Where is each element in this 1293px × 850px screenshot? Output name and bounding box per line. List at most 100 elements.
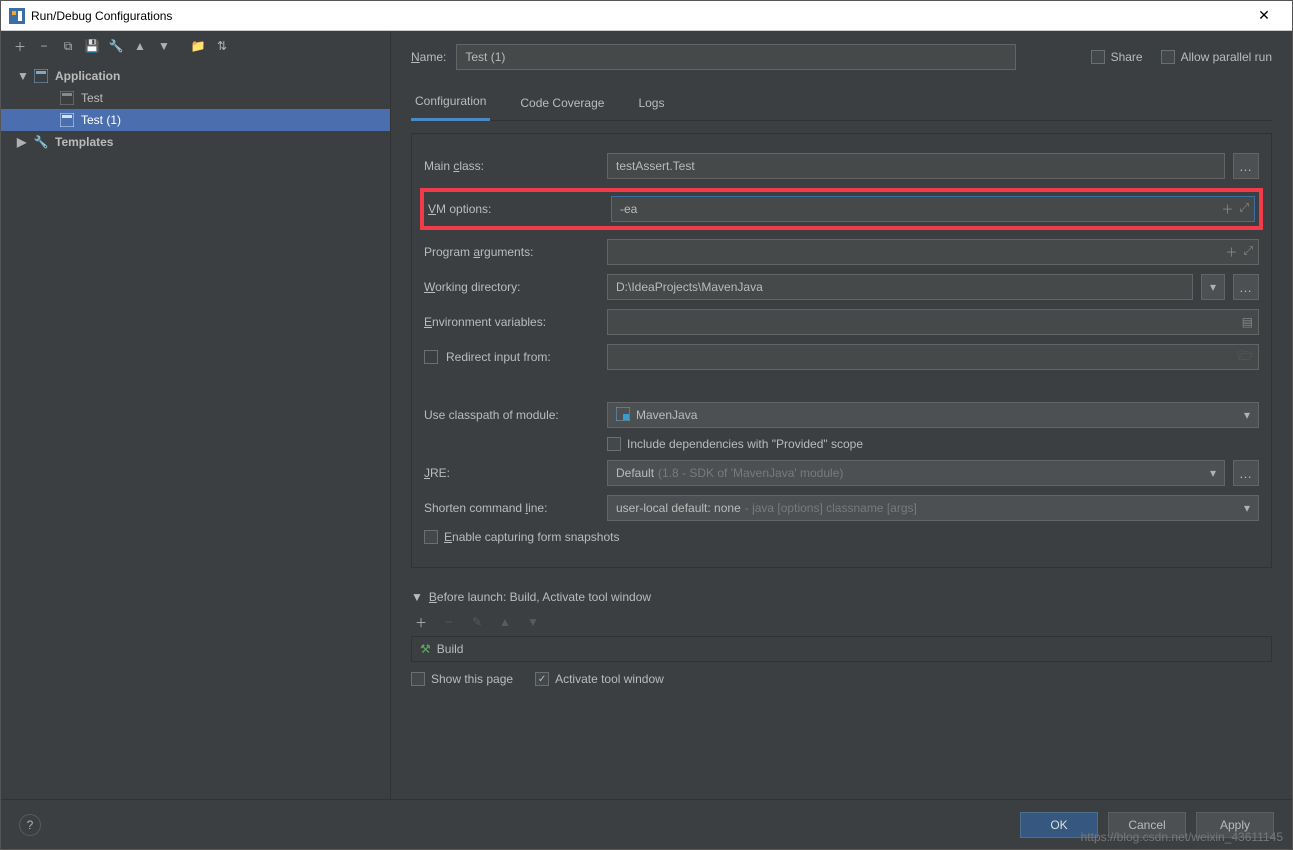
tree-node-test-1[interactable]: Test (1) <box>1 109 390 131</box>
tab-code-coverage[interactable]: Code Coverage <box>516 96 608 120</box>
main-panel: Name: Share Allow parallel run Configura… <box>391 31 1292 799</box>
vm-options-row: VM options: ＋ ⤢ <box>428 196 1255 222</box>
shorten-row: Shorten command line: user-local default… <box>424 495 1259 521</box>
activate-tool-checkbox[interactable]: Activate tool window <box>535 672 664 686</box>
main-class-row: Main class: … <box>424 153 1259 179</box>
application-icon <box>33 68 49 84</box>
ok-button[interactable]: OK <box>1020 812 1098 838</box>
browse-working-dir-button[interactable]: … <box>1233 274 1259 300</box>
main-class-input[interactable] <box>607 153 1225 179</box>
chevron-down-icon: ▼ <box>17 69 27 83</box>
list-icon[interactable]: ▤ <box>1242 315 1253 329</box>
remove-config-icon[interactable]: − <box>33 35 55 57</box>
env-vars-input[interactable] <box>607 309 1259 335</box>
working-dir-row: Working directory: ▾ … <box>424 274 1259 300</box>
edit-task-icon: ✎ <box>467 612 487 632</box>
before-launch-options: Show this page Activate tool window <box>411 672 1272 686</box>
parallel-checkbox[interactable]: Allow parallel run <box>1161 50 1272 64</box>
wrench-icon[interactable]: 🔧 <box>105 35 127 57</box>
app-icon <box>9 8 25 24</box>
tab-logs[interactable]: Logs <box>634 96 668 120</box>
cancel-button[interactable]: Cancel <box>1108 812 1186 838</box>
jre-label: JRE: <box>424 466 599 480</box>
run-config-icon <box>59 90 75 106</box>
expand-icon[interactable]: ⤢ <box>1243 244 1253 261</box>
task-up-icon: ▲ <box>495 612 515 632</box>
vm-options-highlight: VM options: ＋ ⤢ <box>420 188 1263 230</box>
share-checkbox[interactable]: Share <box>1091 50 1143 64</box>
program-args-input[interactable] <box>607 239 1259 265</box>
tree-node-templates[interactable]: ▶ 🔧 Templates <box>1 131 390 153</box>
tree-label: Test (1) <box>81 113 121 127</box>
chevron-right-icon: ▶ <box>17 135 27 149</box>
remove-task-icon: − <box>439 612 459 632</box>
browse-file-icon: 🗁 <box>1238 347 1253 368</box>
shorten-label: Shorten command line: <box>424 501 599 515</box>
snapshots-row: Enable capturing form snapshots <box>424 530 1259 544</box>
wrench-icon: 🔧 <box>33 134 49 150</box>
configuration-panel: Main class: … VM options: ＋ ⤢ <box>411 133 1272 568</box>
help-button[interactable]: ? <box>19 814 41 836</box>
before-launch-toolbar: ＋ − ✎ ▲ ▼ <box>411 612 1272 632</box>
before-launch-item-build[interactable]: ⚒ Build <box>412 637 1271 661</box>
name-label: Name: <box>411 50 446 64</box>
footer: ? OK Cancel Apply <box>1 799 1292 849</box>
redirect-input-row: Redirect input from: 🗁 <box>424 344 1259 370</box>
before-launch-list: ⚒ Build <box>411 636 1272 662</box>
tree-node-test[interactable]: Test <box>1 87 390 109</box>
tree-node-application[interactable]: ▼ Application <box>1 65 390 87</box>
copy-config-icon[interactable]: ⧉ <box>57 35 79 57</box>
redirect-input-field <box>607 344 1259 370</box>
vm-options-input[interactable] <box>611 196 1255 222</box>
insert-macro-icon[interactable]: ＋ <box>1221 201 1233 218</box>
add-task-icon[interactable]: ＋ <box>411 612 431 632</box>
working-dir-dropdown[interactable]: ▾ <box>1201 274 1225 300</box>
env-vars-row: Environment variables: ▤ <box>424 309 1259 335</box>
jre-row: JRE: Default (1.8 - SDK of 'MavenJava' m… <box>424 460 1259 486</box>
working-dir-input[interactable] <box>607 274 1193 300</box>
before-launch-header[interactable]: ▼ Before launch: Build, Activate tool wi… <box>411 590 1272 604</box>
env-vars-label: Environment variables: <box>424 315 599 329</box>
jre-combo[interactable]: Default (1.8 - SDK of 'MavenJava' module… <box>607 460 1225 486</box>
sort-icon[interactable]: ⇅ <box>211 35 233 57</box>
show-page-checkbox[interactable]: Show this page <box>411 672 513 686</box>
share-label: Share <box>1111 50 1143 64</box>
include-provided-checkbox[interactable]: Include dependencies with "Provided" sco… <box>607 437 863 451</box>
shorten-combo[interactable]: user-local default: none - java [options… <box>607 495 1259 521</box>
enable-snapshots-checkbox[interactable]: Enable capturing form snapshots <box>424 530 619 544</box>
apply-button[interactable]: Apply <box>1196 812 1274 838</box>
redirect-input-checkbox[interactable]: Redirect input from: <box>424 350 599 364</box>
module-icon <box>616 407 630 424</box>
tab-configuration[interactable]: Configuration <box>411 94 490 121</box>
classpath-module-label: Use classpath of module: <box>424 408 599 422</box>
close-icon[interactable]: ✕ <box>1244 7 1284 24</box>
working-dir-label: Working directory: <box>424 280 599 294</box>
sidebar-toolbar: ＋ − ⧉ 💾 🔧 ▲ ▼ 📁 ⇅ <box>1 31 390 61</box>
program-args-label: Program arguments: <box>424 245 599 259</box>
tree-label: Application <box>55 69 120 83</box>
classpath-module-combo[interactable]: MavenJava ▾ <box>607 402 1259 428</box>
classpath-module-row: Use classpath of module: MavenJava ▾ <box>424 402 1259 428</box>
tree-label: Test <box>81 91 103 105</box>
move-down-icon[interactable]: ▼ <box>153 35 175 57</box>
save-config-icon[interactable]: 💾 <box>81 35 103 57</box>
add-config-icon[interactable]: ＋ <box>9 35 31 57</box>
hammer-icon: ⚒ <box>420 642 431 656</box>
config-tree: ▼ Application Test Test (1) ▶ 🔧 Template… <box>1 61 390 799</box>
sidebar: ＋ − ⧉ 💾 🔧 ▲ ▼ 📁 ⇅ ▼ Application <box>1 31 391 799</box>
chevron-down-icon: ▼ <box>411 590 423 604</box>
folder-icon[interactable]: 📁 <box>187 35 209 57</box>
parallel-label: Allow parallel run <box>1181 50 1272 64</box>
window-title: Run/Debug Configurations <box>31 9 1244 23</box>
main-class-label: Main class: <box>424 159 599 173</box>
titlebar: Run/Debug Configurations ✕ <box>1 1 1292 31</box>
move-up-icon[interactable]: ▲ <box>129 35 151 57</box>
insert-macro-icon[interactable]: ＋ <box>1225 244 1237 261</box>
include-provided-row: Include dependencies with "Provided" sco… <box>424 437 1259 451</box>
browse-main-class-button[interactable]: … <box>1233 153 1259 179</box>
expand-icon[interactable]: ⤢ <box>1239 201 1249 218</box>
name-input[interactable] <box>456 44 1016 70</box>
vm-options-label: VM options: <box>428 202 603 216</box>
dialog: ＋ − ⧉ 💾 🔧 ▲ ▼ 📁 ⇅ ▼ Application <box>1 31 1292 849</box>
browse-jre-button[interactable]: … <box>1233 460 1259 486</box>
